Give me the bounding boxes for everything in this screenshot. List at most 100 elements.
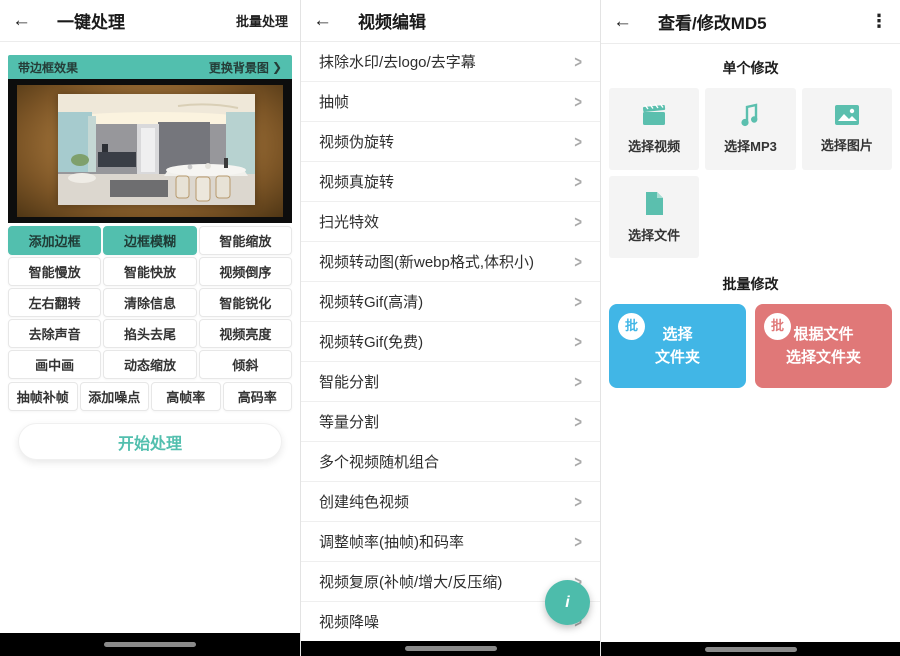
tool-button-pip[interactable]: 画中画 <box>8 350 101 379</box>
menu-item-label: 视频伪旋转 <box>319 131 394 152</box>
overflow-menu-icon[interactable]: ⋮ <box>870 11 888 32</box>
menu-item-label: 多个视频随机组合 <box>319 451 439 472</box>
tool-button-remove-audio[interactable]: 去除声音 <box>8 319 101 348</box>
home-indicator[interactable] <box>104 642 196 647</box>
tool-grid: 添加边框 边框模糊 智能缩放 智能慢放 智能快放 视频倒序 左右翻转 清除信息 … <box>8 226 292 379</box>
batch-badge: 批 <box>618 313 645 340</box>
card-label: 选择视频 <box>628 136 680 155</box>
tool-button-reverse[interactable]: 视频倒序 <box>199 257 292 286</box>
chevron-right-icon: > <box>574 452 582 472</box>
menu-item-video-to-gif-hd[interactable]: 视频转Gif(高清) > <box>301 282 600 322</box>
change-background-label: 更换背景图 <box>209 59 269 76</box>
card-label: 选择MP3 <box>724 136 777 155</box>
chevron-right-icon: > <box>574 332 582 352</box>
page-title: 视频编辑 <box>358 8 426 33</box>
tool-button-frame-interp[interactable]: 抽帧补帧 <box>8 382 78 411</box>
page-title: 查看/修改MD5 <box>658 9 767 34</box>
menu-item-equal-split[interactable]: 等量分割 > <box>301 402 600 442</box>
back-icon[interactable]: ← <box>313 10 332 32</box>
chevron-right-icon: > <box>574 172 582 192</box>
file-icon <box>643 191 665 216</box>
tool-button-fast-motion[interactable]: 智能快放 <box>103 257 196 286</box>
chevron-right-icon: ❯ <box>272 60 282 74</box>
panel-md5: ← 查看/修改MD5 ⋮ 单个修改 选择视频 {} 选择MP3 <box>600 0 900 656</box>
tool-button-trim-ends[interactable]: 掐头去尾 <box>103 319 196 348</box>
select-file-card[interactable]: 选择文件 <box>609 176 699 258</box>
tool-button-add-noise[interactable]: 添加噪点 <box>80 382 150 411</box>
menu-item-solid-color-video[interactable]: 创建纯色视频 > <box>301 482 600 522</box>
tool-button-dynamic-zoom[interactable]: 动态缩放 <box>103 350 196 379</box>
menu-item-label: 智能分割 <box>319 371 379 392</box>
tool-button-add-border[interactable]: 添加边框 <box>8 226 101 255</box>
batch-badge: 批 <box>764 313 791 340</box>
page-title: 一键处理 <box>57 8 125 33</box>
middle-appbar: ← 视频编辑 <box>301 0 600 42</box>
change-background-button[interactable]: 更换背景图 ❯ <box>209 59 282 76</box>
empty-cell <box>705 176 795 258</box>
right-nav-bar <box>601 642 900 656</box>
menu-item-adjust-fps-bitrate[interactable]: 调整帧率(抽帧)和码率 > <box>301 522 600 562</box>
back-icon[interactable]: ← <box>12 10 31 32</box>
panel-one-click-process: ← 一键处理 批量处理 带边框效果 更换背景图 ❯ <box>0 0 300 656</box>
tool-button-sharpen[interactable]: 智能锐化 <box>199 288 292 317</box>
batch-modify-section-title: 批量修改 <box>601 274 900 294</box>
menu-item-label: 视频转Gif(高清) <box>319 291 423 312</box>
chevron-right-icon: > <box>574 532 582 552</box>
menu-item-label: 视频降噪 <box>319 611 379 632</box>
menu-item-extract-frames[interactable]: 抽帧 > <box>301 82 600 122</box>
batch-process-button[interactable]: 批量处理 <box>236 11 288 30</box>
chevron-right-icon: > <box>574 252 582 272</box>
chevron-right-icon: > <box>574 412 582 432</box>
menu-item-video-to-gif-free[interactable]: 视频转Gif(免费) > <box>301 322 600 362</box>
batch-select-folder-button[interactable]: 批 选择 文件夹 <box>609 304 746 388</box>
back-icon[interactable]: ← <box>613 11 632 33</box>
batch-select-folder-by-file-button[interactable]: 批 根据文件 选择文件夹 <box>755 304 892 388</box>
select-mp3-card[interactable]: {} 选择MP3 <box>705 88 795 170</box>
tool-button-high-bitrate[interactable]: 高码率 <box>223 382 293 411</box>
left-body: 带边框效果 更换背景图 ❯ <box>0 55 300 460</box>
select-image-card[interactable]: 选择图片 <box>802 88 892 170</box>
app-root: ← 一键处理 批量处理 带边框效果 更换背景图 ❯ <box>0 0 900 656</box>
menu-item-fake-rotate[interactable]: 视频伪旋转 > <box>301 122 600 162</box>
border-effect-banner[interactable]: 带边框效果 更换背景图 ❯ <box>8 55 292 79</box>
menu-item-video-to-webp[interactable]: 视频转动图(新webp格式,体积小) > <box>301 242 600 282</box>
room-photo <box>58 94 255 205</box>
menu-item-true-rotate[interactable]: 视频真旋转 > <box>301 162 600 202</box>
menu-item-label: 创建纯色视频 <box>319 491 409 512</box>
start-processing-button[interactable]: 开始处理 <box>18 423 282 460</box>
tool-button-slow-motion[interactable]: 智能慢放 <box>8 257 101 286</box>
menu-item-light-sweep[interactable]: 扫光特效 > <box>301 202 600 242</box>
tool-grid-row4: 抽帧补帧 添加噪点 高帧率 高码率 <box>8 382 292 411</box>
tool-button-tilt[interactable]: 倾斜 <box>199 350 292 379</box>
tool-button-border-blur[interactable]: 边框模糊 <box>103 226 196 255</box>
chevron-right-icon: > <box>574 292 582 312</box>
info-fab-button[interactable]: i <box>545 580 590 625</box>
empty-cell <box>802 176 892 258</box>
chevron-right-icon: > <box>574 492 582 512</box>
single-modify-section-title: 单个修改 <box>601 58 900 78</box>
button-label-line1: 根据文件 <box>793 323 853 346</box>
chevron-right-icon: > <box>574 372 582 392</box>
video-preview-frame[interactable] <box>8 79 292 223</box>
tool-button-flip[interactable]: 左右翻转 <box>8 288 101 317</box>
tool-button-smart-scale[interactable]: 智能缩放 <box>199 226 292 255</box>
home-indicator[interactable] <box>705 647 797 652</box>
tool-button-brightness[interactable]: 视频亮度 <box>199 319 292 348</box>
single-modify-cards: 选择视频 {} 选择MP3 选择图片 选择文件 <box>601 88 900 258</box>
tool-button-high-fps[interactable]: 高帧率 <box>151 382 221 411</box>
clapperboard-icon <box>641 103 667 127</box>
left-appbar: ← 一键处理 批量处理 <box>0 0 300 42</box>
home-indicator[interactable] <box>405 646 497 651</box>
button-label-line2: 选择文件夹 <box>786 346 861 369</box>
menu-item-label: 视频转Gif(免费) <box>319 331 423 352</box>
menu-item-remove-watermark[interactable]: 抹除水印/去logo/去字幕 > <box>301 42 600 82</box>
tool-button-clear-info[interactable]: 清除信息 <box>103 288 196 317</box>
button-label-line2: 文件夹 <box>655 346 700 369</box>
menu-item-smart-split[interactable]: 智能分割 > <box>301 362 600 402</box>
menu-item-label: 等量分割 <box>319 411 379 432</box>
menu-item-random-combine[interactable]: 多个视频随机组合 > <box>301 442 600 482</box>
menu-item-label: 扫光特效 <box>319 211 379 232</box>
select-video-card[interactable]: 选择视频 <box>609 88 699 170</box>
card-label: 选择文件 <box>628 225 680 244</box>
menu-item-label: 视频真旋转 <box>319 171 394 192</box>
